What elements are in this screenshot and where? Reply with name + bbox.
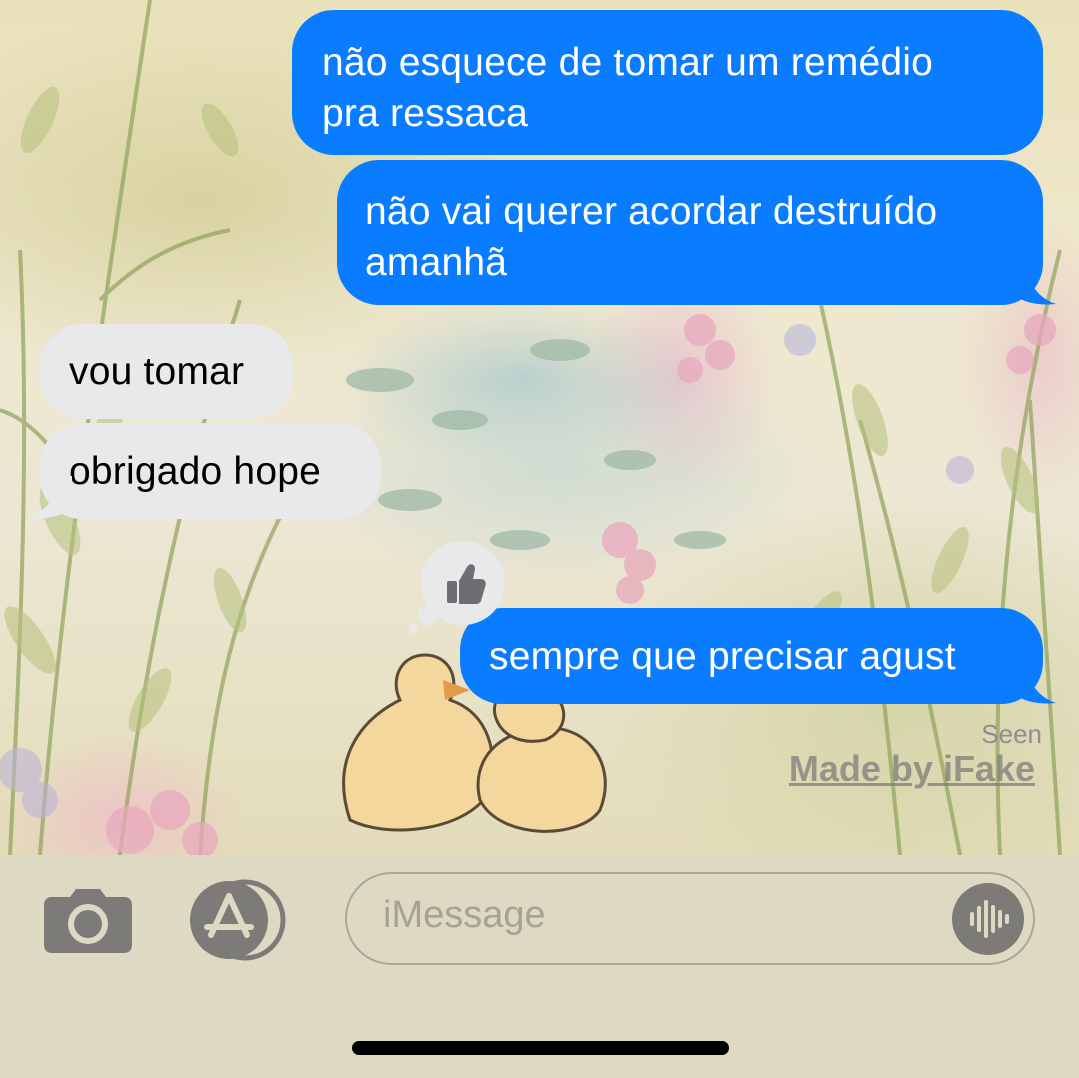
- reaction-thumbs-up[interactable]: [421, 541, 505, 625]
- app-store-button[interactable]: [189, 879, 289, 961]
- message-bubble-sent[interactable]: não esquece de tomar um remédio pra ress…: [292, 10, 1043, 155]
- app-store-icon: [190, 879, 286, 961]
- messages-screen: não esquece de tomar um remédio pra ress…: [0, 0, 1079, 1078]
- thumbs-up-icon: [447, 564, 486, 604]
- message-line: não vai querer acordar destruído: [365, 190, 938, 233]
- imessage-placeholder: iMessage: [383, 894, 546, 936]
- watermark: Made by iFake: [788, 748, 1035, 789]
- waveform-icon: [970, 900, 1009, 938]
- message-bubble-received[interactable]: vou tomar: [40, 324, 293, 419]
- message-bubble-received[interactable]: obrigado hope: [40, 423, 381, 519]
- message-line: não esquece de tomar um remédio: [322, 41, 934, 84]
- message-line: pra ressaca: [322, 92, 528, 135]
- message-bubble-sent[interactable]: não vai querer acordar destruído amanhã: [337, 160, 1043, 305]
- imessage-input[interactable]: iMessage: [345, 872, 1035, 965]
- camera-icon: [44, 889, 132, 953]
- seen-status: Seen: [981, 719, 1042, 749]
- reaction-bubble-dot: [409, 624, 419, 634]
- message-line: obrigado hope: [69, 450, 321, 493]
- message-line: amanhã: [365, 241, 508, 284]
- message-line: sempre que precisar agust: [489, 635, 956, 678]
- home-indicator[interactable]: [352, 1041, 729, 1055]
- bubble-tail: [1012, 661, 1056, 704]
- message-bubble-sent[interactable]: sempre que precisar agust: [460, 608, 1043, 704]
- bubble-tail: [28, 476, 72, 519]
- camera-button[interactable]: [44, 887, 132, 953]
- message-line: vou tomar: [69, 350, 245, 393]
- voice-message-button[interactable]: [952, 883, 1024, 955]
- bubble-tail: [1012, 262, 1056, 305]
